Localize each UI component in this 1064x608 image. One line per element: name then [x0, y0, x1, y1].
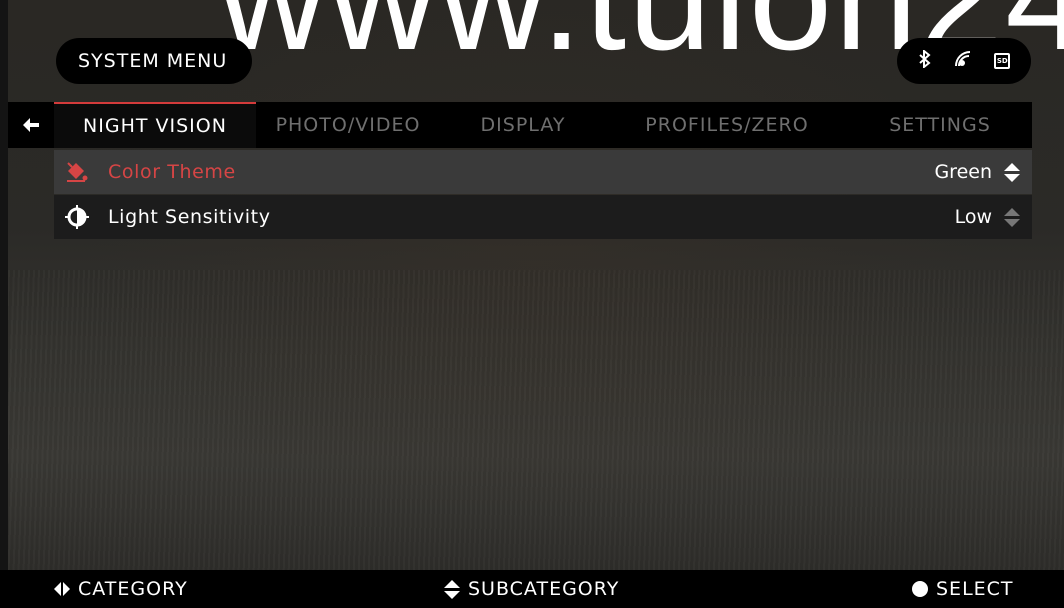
setting-row-color-theme[interactable]: Color Theme Green [54, 150, 1032, 194]
tab-label: PHOTO/VIDEO [275, 114, 421, 136]
tab-label: NIGHT VISION [83, 115, 227, 137]
tab-label: PROFILES/ZERO [645, 114, 809, 136]
background-scene: www.tulon24 [8, 0, 1064, 570]
bluetooth-icon [918, 48, 932, 73]
hint-category: CATEGORY [54, 578, 188, 600]
tab-profiles-zero[interactable]: PROFILES/ZERO [606, 102, 848, 148]
setting-value: Low [954, 206, 992, 228]
tab-display[interactable]: DISPLAY [440, 102, 606, 148]
setting-label: Light Sensitivity [108, 206, 271, 228]
setting-label: Color Theme [108, 161, 236, 183]
left-right-arrows-icon [54, 582, 70, 596]
page-title: SYSTEM MENU [78, 50, 228, 72]
tab-settings[interactable]: SETTINGS [848, 102, 1032, 148]
back-button[interactable] [8, 102, 54, 148]
back-arrow-icon [23, 118, 39, 132]
grass-texture [8, 270, 1064, 570]
tab-label: SETTINGS [889, 114, 991, 136]
up-down-arrows-icon[interactable] [1004, 207, 1020, 227]
control-hints-bar: CATEGORY SUBCATEGORY SELECT [0, 570, 1064, 608]
category-tabs: NIGHT VISION PHOTO/VIDEO DISPLAY PROFILE… [8, 102, 1032, 148]
hint-select: SELECT [912, 578, 1014, 600]
up-down-arrows-icon [444, 579, 460, 599]
setting-value: Green [934, 161, 992, 183]
hint-subcategory: SUBCATEGORY [444, 578, 619, 600]
select-dot-icon [912, 581, 928, 597]
wifi-icon [953, 49, 973, 74]
setting-row-light-sensitivity[interactable]: Light Sensitivity Low [54, 195, 1032, 239]
tab-photo-video[interactable]: PHOTO/VIDEO [256, 102, 440, 148]
tab-night-vision[interactable]: NIGHT VISION [54, 102, 256, 148]
hint-label: SUBCATEGORY [468, 578, 620, 600]
hint-label: SELECT [936, 578, 1014, 600]
tab-label: DISPLAY [480, 114, 566, 136]
contrast-icon [62, 202, 92, 232]
sd-card-icon: SD [994, 53, 1011, 69]
hint-label: CATEGORY [78, 578, 188, 600]
status-bar: SD [897, 38, 1031, 84]
up-down-arrows-icon[interactable] [1004, 162, 1020, 182]
paint-bucket-icon [62, 157, 92, 187]
system-menu-title: SYSTEM MENU [56, 38, 252, 84]
